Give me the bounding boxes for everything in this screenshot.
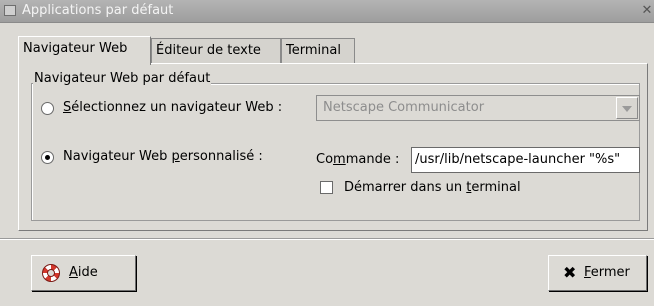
mnemonic: F <box>584 265 591 280</box>
radio-custom-browser-label[interactable]: Navigateur Web personnalisé : <box>63 149 263 165</box>
label-rest: ide <box>77 265 98 280</box>
window-title: Applications par défaut <box>22 3 174 18</box>
close-x-icon: ✖ <box>563 263 577 282</box>
label-after: ersonnalisé : <box>179 149 263 164</box>
window-menu-icon[interactable] <box>4 5 16 16</box>
radio-custom-browser[interactable] <box>41 151 54 164</box>
tab-label: Navigateur Web <box>23 41 128 56</box>
radio-select-browser-label[interactable]: Sélectionnez un navigateur Web : <box>63 100 282 116</box>
help-button[interactable]: Aide <box>31 255 136 291</box>
label-before: Navigateur Web <box>63 149 172 164</box>
lifebuoy-icon <box>42 264 60 282</box>
frame-title: Navigateur Web par défaut <box>33 70 212 88</box>
mnemonic: A <box>69 265 78 280</box>
label-before: Co <box>316 152 334 167</box>
window-close-icon[interactable]: ✕ <box>640 3 654 19</box>
label-after: erminal <box>471 180 521 195</box>
tab-web-browser[interactable]: Navigateur Web <box>18 36 151 65</box>
label-after: mande : <box>345 152 400 167</box>
mnemonic: p <box>171 149 180 164</box>
chevron-down-icon[interactable] <box>616 97 638 119</box>
command-input[interactable]: /usr/lib/netscape-launcher "%s" <box>411 147 640 173</box>
title-bar[interactable]: Applications par défaut ✕ <box>0 0 654 23</box>
terminal-checkbox-label[interactable]: Démarrer dans un terminal <box>344 180 521 196</box>
browser-select-value: Netscape Communicator <box>323 100 485 115</box>
tab-label: Éditeur de texte <box>156 43 261 58</box>
browser-select[interactable]: Netscape Communicator <box>316 95 640 121</box>
radio-select-browser[interactable] <box>41 102 54 115</box>
command-label: Commande : <box>316 152 399 168</box>
tab-label: Terminal <box>286 43 341 58</box>
separator <box>0 238 654 240</box>
close-button[interactable]: ✖ Fermer <box>548 255 647 291</box>
tab-terminal[interactable]: Terminal <box>281 38 355 64</box>
tab-text-editor[interactable]: Éditeur de texte <box>151 38 281 64</box>
label-before: Démarrer dans un <box>344 180 467 195</box>
label-rest: ermer <box>590 265 630 280</box>
terminal-checkbox[interactable] <box>320 181 333 194</box>
label-rest: électionnez un navigateur Web : <box>71 100 283 115</box>
mnemonic: m <box>333 152 346 167</box>
